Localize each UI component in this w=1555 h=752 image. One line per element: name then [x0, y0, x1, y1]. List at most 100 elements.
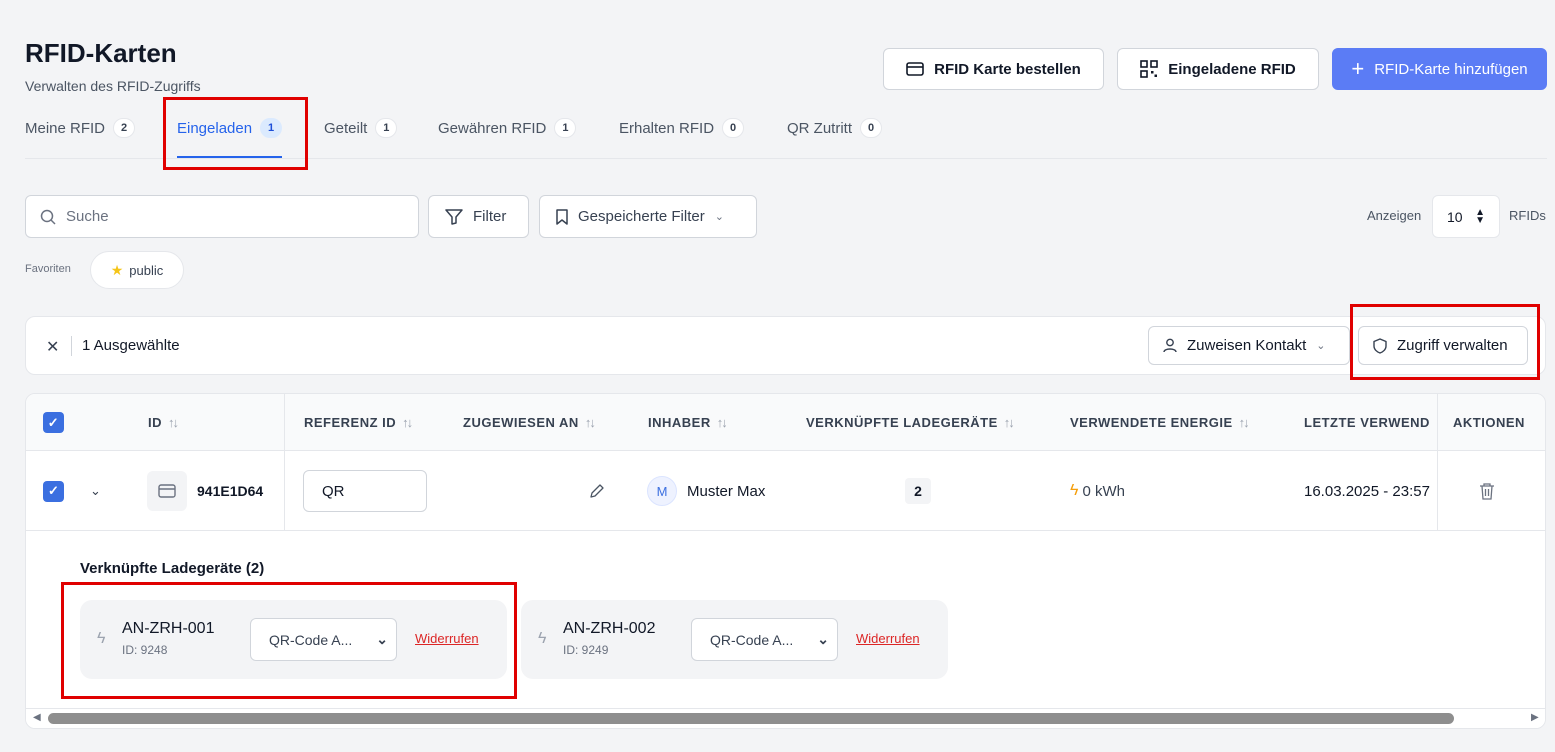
selection-count: 1 Ausgewählte	[82, 337, 180, 354]
select-all-checkbox[interactable]: ✓	[43, 394, 64, 451]
pencil-icon[interactable]	[589, 451, 605, 531]
credit-card-icon	[906, 62, 924, 76]
tab-gewaehren-rfid[interactable]: Gewähren RFID 1	[438, 112, 577, 158]
tab-qr-zutritt[interactable]: QR Zutritt 0	[787, 112, 883, 158]
sort-icon: ↑↓	[1238, 415, 1250, 430]
qr-code-icon	[1140, 60, 1159, 78]
close-icon[interactable]: ✕	[46, 337, 59, 357]
saved-filter-button[interactable]: Gespeicherte Filter ⌄	[539, 195, 757, 238]
tab-label: Gewähren RFID	[438, 119, 547, 137]
chip-label: public	[129, 262, 164, 278]
checkbox-checked: ✓	[43, 412, 64, 433]
saved-filter-label: Gespeicherte Filter	[578, 208, 705, 225]
reference-input[interactable]: QR	[303, 470, 427, 512]
col-assigned[interactable]: ZUGEWIESEN AN ↑↓	[463, 394, 596, 451]
energy-cell: ϟ 0 kWh	[1070, 451, 1125, 531]
reference-cell: QR	[303, 451, 427, 531]
plus-icon: +	[1351, 56, 1365, 81]
horizontal-scrollbar[interactable]: ◀ ▶	[26, 708, 1545, 728]
tab-erhalten-rfid[interactable]: Erhalten RFID 0	[619, 112, 745, 158]
tab-label: Erhalten RFID	[619, 119, 715, 137]
order-card-label: RFID Karte bestellen	[934, 60, 1081, 78]
access-mode-select[interactable]: QR-Code A... ⌄	[691, 618, 838, 661]
show-label: Anzeigen	[1367, 208, 1422, 223]
invited-rfid-label: Eingeladene RFID	[1168, 60, 1296, 78]
col-owner[interactable]: INHABER ↑↓	[648, 394, 728, 451]
add-rfid-button[interactable]: + RFID-Karte hinzufügen	[1332, 48, 1547, 90]
sort-icon: ↑↓	[402, 415, 413, 430]
assign-contact-button[interactable]: Zuweisen Kontakt ⌄	[1148, 326, 1350, 365]
add-rfid-label: RFID-Karte hinzufügen	[1374, 60, 1528, 78]
sort-icon: ↑↓	[168, 415, 179, 430]
charger-name: AN-ZRH-002	[563, 620, 656, 637]
filter-button[interactable]: Filter	[428, 195, 529, 238]
page-title: RFID-Karten	[25, 38, 177, 68]
favorite-chip-public[interactable]: ★ public	[90, 251, 184, 289]
col-label: AKTIONEN	[1453, 415, 1525, 430]
invited-rfid-button[interactable]: Eingeladene RFID	[1117, 48, 1319, 90]
filter-icon	[445, 208, 463, 225]
col-label: ID	[148, 415, 162, 430]
bookmark-icon	[556, 208, 568, 225]
search-input[interactable]: Suche	[25, 195, 419, 238]
table-row[interactable]: ✓ ⌄ 941E1D64 QR M Muster Max 2 ϟ 0 kWh 1…	[26, 451, 1545, 531]
col-label: ZUGEWIESEN AN	[463, 415, 579, 430]
tab-count-badge: 0	[722, 118, 745, 138]
favorites-label: Favoriten	[25, 263, 71, 275]
highlight-box	[61, 582, 517, 699]
expand-chevron-icon[interactable]: ⌄	[90, 451, 101, 531]
checkbox-checked: ✓	[43, 480, 64, 502]
col-id[interactable]: ID ↑↓	[148, 394, 179, 451]
revoke-link[interactable]: Widerrufen	[856, 631, 920, 646]
assign-contact-label: Zuweisen Kontakt	[1187, 337, 1307, 354]
unit-label: RFIDs	[1509, 208, 1546, 223]
order-card-button[interactable]: RFID Karte bestellen	[883, 48, 1104, 90]
col-energy[interactable]: VERWENDETE ENERGIE ↑↓	[1070, 394, 1250, 451]
tab-count-badge: 0	[860, 118, 883, 138]
chargers-count-cell: 2	[905, 451, 931, 531]
filter-label: Filter	[473, 208, 507, 225]
chevron-down-icon: ⌄	[1316, 340, 1326, 352]
trash-icon[interactable]	[1479, 451, 1495, 531]
access-mode-value: QR-Code A...	[710, 631, 794, 648]
col-label: REFERENZ ID	[304, 415, 397, 430]
tab-meine-rfid[interactable]: Meine RFID 2	[25, 112, 136, 158]
col-label: VERWENDETE ENERGIE	[1070, 415, 1233, 430]
rfid-id: 941E1D64	[197, 483, 264, 499]
col-chargers[interactable]: VERKNÜPFTE LADEGERÄTE ↑↓	[806, 394, 1015, 451]
energy-value: 0 kWh	[1082, 482, 1125, 500]
page-size-select[interactable]: 10 ▲ ▼	[1432, 195, 1500, 238]
page-size-value: 10	[1447, 208, 1463, 225]
tab-count-badge: 1	[554, 118, 577, 138]
star-icon: ★	[110, 261, 124, 278]
tab-label: QR Zutritt	[787, 119, 853, 137]
tab-count-badge: 2	[113, 118, 136, 138]
linked-charger-card: ϟ AN-ZRH-002 ID: 9249 QR-Code A... ⌄ Wid…	[521, 600, 948, 679]
tab-label: Geteilt	[324, 119, 368, 137]
search-icon	[40, 209, 56, 225]
col-label: INHABER	[648, 415, 711, 430]
tab-count-badge: 1	[375, 118, 398, 138]
search-placeholder: Suche	[66, 208, 109, 225]
highlight-box	[1350, 304, 1540, 380]
col-actions: AKTIONEN	[1453, 394, 1525, 451]
scroll-left-icon[interactable]: ◀	[33, 712, 41, 723]
divider	[71, 336, 72, 356]
scroll-right-icon[interactable]: ▶	[1531, 712, 1539, 723]
sort-icon: ↑↓	[716, 415, 728, 430]
tab-geteilt[interactable]: Geteilt 1	[324, 112, 398, 158]
lightning-icon: ϟ	[538, 630, 547, 647]
rfid-id-cell: 941E1D64	[147, 451, 263, 531]
col-last-used[interactable]: LETZTE VERWEND	[1304, 394, 1437, 451]
scrollbar-thumb[interactable]	[48, 713, 1454, 724]
sort-icon: ↑↓	[1003, 415, 1015, 430]
avatar: M	[647, 476, 677, 506]
chevron-down-icon: ⌄	[714, 211, 724, 223]
col-reference[interactable]: REFERENZ ID ↑↓	[304, 394, 413, 451]
chargers-count-badge: 2	[905, 478, 931, 504]
chevron-down-icon: ⌄	[817, 631, 829, 647]
row-checkbox[interactable]: ✓	[43, 451, 64, 531]
linked-chargers-title: Verknüpfte Ladegeräte (2)	[80, 560, 265, 577]
charger-id: ID: 9249	[563, 643, 609, 657]
sort-icon: ↑↓	[584, 415, 596, 430]
